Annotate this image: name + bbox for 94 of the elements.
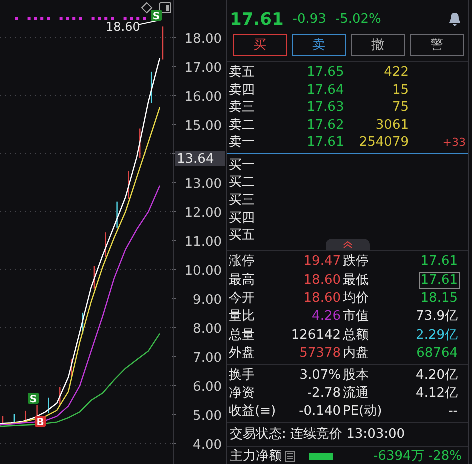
stat-value: 18.60 bbox=[302, 272, 342, 288]
stat-value: 18.15 bbox=[420, 290, 459, 306]
order-level-label: 买三 bbox=[229, 193, 256, 208]
stat-value: 57378 bbox=[298, 346, 342, 362]
axis-label: 18.00 bbox=[184, 32, 222, 47]
stat-value: -2.78 bbox=[306, 386, 342, 401]
stat-label: 股本 bbox=[343, 368, 370, 383]
stat-value: 19.47 bbox=[302, 254, 342, 270]
volume-change: +33 bbox=[442, 135, 466, 150]
axis-label: 7.00 bbox=[193, 351, 222, 366]
stat-label: 内盘 bbox=[343, 346, 370, 362]
stat-label: 总量 bbox=[229, 328, 256, 343]
stat-label: 市值 bbox=[343, 309, 370, 324]
collapse-tab[interactable] bbox=[326, 239, 370, 250]
ask-price: 17.61 bbox=[307, 135, 346, 150]
stat-label: 涨停 bbox=[229, 254, 256, 270]
axis-label: 4.00 bbox=[193, 438, 222, 453]
axis-label: 6.00 bbox=[193, 380, 222, 395]
stat-label: 净资 bbox=[229, 386, 256, 401]
sell-marker: S bbox=[28, 393, 39, 406]
percent-change: -5.02% bbox=[335, 12, 382, 28]
axis-label: 11.00 bbox=[184, 235, 222, 250]
order-level-label: 买四 bbox=[229, 210, 256, 226]
stat-value: -0.140 bbox=[298, 404, 342, 420]
trade-button[interactable]: 警 bbox=[410, 34, 464, 56]
stat-label: 均价 bbox=[343, 290, 370, 306]
ask-volume: 3061 bbox=[374, 118, 409, 133]
leader-line bbox=[138, 20, 158, 26]
chevron-up-icon bbox=[342, 240, 352, 249]
ask-price: 17.63 bbox=[307, 100, 346, 116]
axis-label: 10.00 bbox=[184, 264, 222, 279]
axis-label: 12.00 bbox=[184, 206, 222, 221]
stat-label: 总额 bbox=[343, 328, 370, 343]
stat-value: 17.61 bbox=[418, 272, 460, 289]
buy-marker: B bbox=[35, 416, 46, 428]
stat-label: 最低 bbox=[343, 272, 370, 288]
ask-volume: 15 bbox=[391, 82, 409, 98]
stat-label: 今开 bbox=[229, 290, 256, 306]
ask-price: 17.64 bbox=[307, 82, 346, 98]
stat-value: 18.60 bbox=[302, 290, 342, 306]
ask-volume: 75 bbox=[391, 100, 409, 116]
price-change: -0.93 bbox=[292, 12, 326, 28]
flow-amount: -6394万 -28% bbox=[373, 449, 462, 464]
panel-toggle-icon[interactable] bbox=[160, 2, 172, 14]
axis-label: 13.00 bbox=[184, 177, 222, 192]
stat-label: 收益(≡) bbox=[229, 404, 275, 420]
stat-label: 换手 bbox=[229, 368, 256, 383]
list-icon[interactable] bbox=[285, 451, 295, 462]
order-level-label: 卖五 bbox=[229, 64, 256, 80]
axis-label: 9.00 bbox=[193, 293, 222, 308]
axis-label: 16.00 bbox=[184, 90, 222, 105]
stat-value: 68764 bbox=[416, 346, 459, 362]
axis-label: 15.00 bbox=[184, 119, 222, 134]
trade-button[interactable]: 卖 bbox=[292, 34, 346, 56]
ask-price: 17.62 bbox=[307, 118, 346, 133]
order-level-label: 买一 bbox=[229, 158, 256, 173]
order-level-label: 卖二 bbox=[229, 118, 256, 133]
diamond-icon bbox=[141, 2, 153, 14]
order-level-label: 买五 bbox=[229, 228, 256, 244]
flow-bar bbox=[309, 453, 333, 460]
stat-value: 3.07% bbox=[298, 368, 342, 383]
flow-label: 主力净额 bbox=[230, 449, 282, 464]
stat-label: 跌停 bbox=[343, 254, 370, 270]
order-level-label: 买二 bbox=[229, 175, 256, 190]
trade-button[interactable]: 买 bbox=[233, 34, 287, 56]
stat-label: 量比 bbox=[229, 309, 256, 324]
stat-value: 2.29亿 bbox=[415, 328, 459, 343]
bell-icon[interactable] bbox=[448, 12, 462, 28]
order-level-label: 卖四 bbox=[229, 82, 256, 98]
axis-label: 8.00 bbox=[193, 322, 222, 337]
axis-label: 17.00 bbox=[184, 61, 222, 76]
sell-marker: S bbox=[151, 10, 162, 22]
stat-value: 126142 bbox=[290, 328, 342, 343]
high-price-label: 18.60 bbox=[106, 20, 140, 34]
stat-value: 73.9亿 bbox=[415, 309, 459, 324]
stat-value: -- bbox=[448, 404, 459, 420]
axis-label: 5.00 bbox=[193, 409, 222, 424]
stat-label: 最高 bbox=[229, 272, 256, 288]
ask-price: 17.65 bbox=[307, 64, 346, 80]
stat-value: 4.12亿 bbox=[415, 386, 459, 401]
stat-label: 流通 bbox=[343, 386, 370, 401]
trade-status: 交易状态: 连续竞价 13:03:00 bbox=[227, 423, 468, 447]
price-tag: 13.64 bbox=[175, 151, 225, 167]
ask-volume: 254079 bbox=[358, 135, 409, 150]
order-level-label: 卖三 bbox=[229, 100, 256, 116]
stat-value: 17.61 bbox=[420, 254, 459, 270]
ask-volume: 422 bbox=[383, 64, 409, 80]
stat-label: PE(动) bbox=[343, 404, 384, 420]
stat-value: 4.26 bbox=[311, 309, 342, 324]
stat-label: 外盘 bbox=[229, 346, 256, 362]
stat-value: 4.20亿 bbox=[415, 368, 459, 383]
last-price: 17.61 bbox=[230, 10, 284, 30]
trade-button[interactable]: 撤 bbox=[351, 34, 405, 56]
order-level-label: 卖一 bbox=[229, 135, 256, 150]
